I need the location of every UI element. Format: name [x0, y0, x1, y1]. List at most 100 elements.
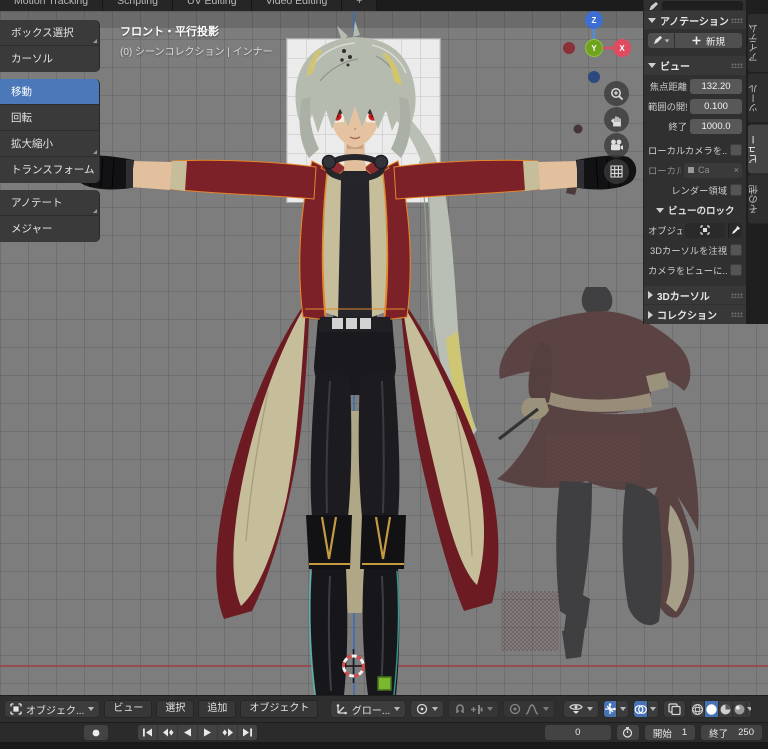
- grid-icon: [610, 165, 623, 178]
- zoom-button[interactable]: [604, 81, 629, 106]
- annotation-new-button[interactable]: 新規: [675, 33, 742, 49]
- workspace-tab-scripting[interactable]: Scripting: [103, 0, 173, 11]
- visibility-dropdown[interactable]: [563, 700, 600, 718]
- prev-keyframe-icon: [162, 728, 173, 737]
- prev-keyframe-button[interactable]: [158, 725, 177, 740]
- local-camera-field[interactable]: Ca ×: [684, 162, 742, 178]
- panel-grip-icon[interactable]: [731, 312, 743, 318]
- local-camera-checkbox[interactable]: [730, 144, 742, 157]
- wireframe-sphere-icon: [691, 703, 704, 715]
- clip-start-field[interactable]: 0.100: [690, 98, 742, 114]
- view-name-label: フロント・平行投影: [120, 26, 219, 38]
- gizmo-axis-x-neg[interactable]: [563, 42, 575, 54]
- orientation-axes-icon: [336, 704, 347, 715]
- lock-object-label: オブジェ...: [648, 226, 682, 237]
- proportional-edit-controls[interactable]: [503, 700, 556, 718]
- transform-orientation-dropdown[interactable]: グロー...: [329, 700, 407, 718]
- sidebar-tab-other[interactable]: その他: [748, 175, 768, 224]
- shading-wireframe-button[interactable]: [691, 701, 705, 717]
- tool-rotate[interactable]: 回転: [0, 105, 100, 131]
- panel-header-collections[interactable]: コレクション: [644, 305, 746, 324]
- gizmo-axis-x[interactable]: X: [613, 39, 631, 57]
- navigation-gizmo[interactable]: Z Y X: [552, 11, 642, 101]
- tool-box-select[interactable]: ボックス選択: [0, 20, 100, 46]
- chevron-down-icon: [432, 707, 439, 711]
- tool-move[interactable]: 移動: [0, 79, 100, 105]
- tool-measure[interactable]: メジャー: [0, 216, 100, 242]
- workspace-tab-uv-editing[interactable]: UV Editing: [172, 0, 252, 11]
- pan-button[interactable]: [604, 107, 629, 132]
- tool-annotate[interactable]: アノテート: [0, 190, 100, 216]
- snap-controls[interactable]: [448, 700, 500, 718]
- pivot-point-dropdown[interactable]: [410, 700, 445, 718]
- workspace-tab-add[interactable]: +: [342, 0, 378, 11]
- gizmo-axis-z-neg[interactable]: [588, 71, 600, 83]
- menu-object[interactable]: オブジェクト: [240, 700, 319, 718]
- current-frame-field[interactable]: 0: [544, 725, 611, 740]
- camera-view-button[interactable]: [604, 133, 629, 158]
- focal-length-field[interactable]: 132.20: [690, 78, 742, 94]
- menu-view[interactable]: ビュー: [104, 700, 153, 718]
- panel-header-annotation[interactable]: アノテーション: [644, 10, 746, 30]
- lock-object-field[interactable]: [685, 222, 725, 238]
- panel-grip-icon[interactable]: [731, 63, 743, 69]
- annotation-layer-row-clipped[interactable]: [644, 0, 746, 10]
- menu-select[interactable]: 選択: [156, 700, 195, 718]
- material-sphere-icon: [720, 704, 731, 714]
- render-region-checkbox[interactable]: [730, 184, 742, 197]
- frame-start-field[interactable]: 開始 1: [644, 725, 696, 740]
- chevron-down-icon: [650, 707, 657, 711]
- play-reverse-button[interactable]: [178, 725, 197, 740]
- sidebar-tab-view[interactable]: ビュー: [748, 124, 768, 173]
- shading-solid-button[interactable]: [704, 701, 719, 717]
- mode-selector[interactable]: オブジェク...: [4, 700, 101, 718]
- jump-start-icon: [143, 728, 152, 737]
- shading-rendered-button[interactable]: [733, 701, 747, 717]
- workspace-tab-motion-tracking[interactable]: Motion Tracking: [0, 0, 104, 11]
- annotation-tool-dropdown[interactable]: [648, 33, 674, 49]
- overlays-toggle[interactable]: [633, 700, 659, 718]
- collapse-arrow-icon: [648, 310, 653, 319]
- camera-to-view-checkbox[interactable]: [730, 264, 742, 277]
- gizmo-axis-z[interactable]: Z: [585, 11, 603, 29]
- annotation-pen-icon: [649, 2, 658, 10]
- tool-cursor[interactable]: カーソル: [0, 46, 100, 72]
- jump-to-end-button[interactable]: [238, 725, 257, 740]
- shading-options-dropdown[interactable]: [746, 701, 751, 717]
- panel-header-3d-cursor[interactable]: 3Dカーソル: [644, 285, 746, 305]
- clear-x-icon[interactable]: ×: [734, 165, 739, 175]
- flyout-indicator-icon: [93, 150, 97, 154]
- panel-header-view[interactable]: ビュー: [644, 56, 746, 75]
- sidebar-tab-tool[interactable]: ツール: [748, 74, 768, 123]
- object-mode-icon: [10, 703, 22, 715]
- panel-grip-icon[interactable]: [731, 292, 743, 298]
- menu-add[interactable]: 追加: [198, 700, 237, 718]
- gizmo-axis-y[interactable]: Y: [585, 39, 603, 57]
- tool-transform[interactable]: トランスフォーム: [0, 157, 100, 183]
- sidebar-n-panel: アノテーション 新規 ビュー 焦点距離 132.20 範囲の開 0.100 終了…: [643, 0, 768, 324]
- xray-toggle[interactable]: [662, 700, 686, 718]
- shading-material-button[interactable]: [719, 701, 733, 717]
- tool-scale[interactable]: 拡大縮小: [0, 131, 100, 157]
- magnifier-plus-icon: [610, 87, 623, 100]
- panel-grip-icon[interactable]: [731, 17, 743, 23]
- clip-end-field[interactable]: 1000.0: [690, 118, 742, 134]
- gizmo-toggle[interactable]: [603, 700, 630, 718]
- next-keyframe-button[interactable]: [218, 725, 237, 740]
- view-lock-subpanel-header[interactable]: ビューのロック: [648, 202, 742, 219]
- camera-icon: [611, 139, 623, 151]
- cursor-3d: [337, 649, 370, 683]
- play-button[interactable]: [198, 725, 217, 740]
- frame-end-field[interactable]: 終了 250: [701, 725, 762, 740]
- lock-to-cursor-checkbox[interactable]: [730, 244, 742, 257]
- auto-key-record-button[interactable]: [84, 725, 108, 740]
- gizmo-icon: [605, 703, 616, 714]
- plus-icon: [692, 36, 701, 45]
- jump-to-start-button[interactable]: [138, 725, 157, 740]
- perspective-toggle-button[interactable]: [604, 159, 629, 184]
- workspace-tab-video-editing[interactable]: Video Editing: [251, 0, 343, 11]
- sidebar-tab-item[interactable]: アイテム: [748, 14, 768, 72]
- use-preview-range-button[interactable]: [616, 725, 639, 740]
- blender-window: Motion Tracking Scripting UV Editing Vid…: [0, 0, 768, 749]
- eyedropper-button[interactable]: [728, 222, 742, 238]
